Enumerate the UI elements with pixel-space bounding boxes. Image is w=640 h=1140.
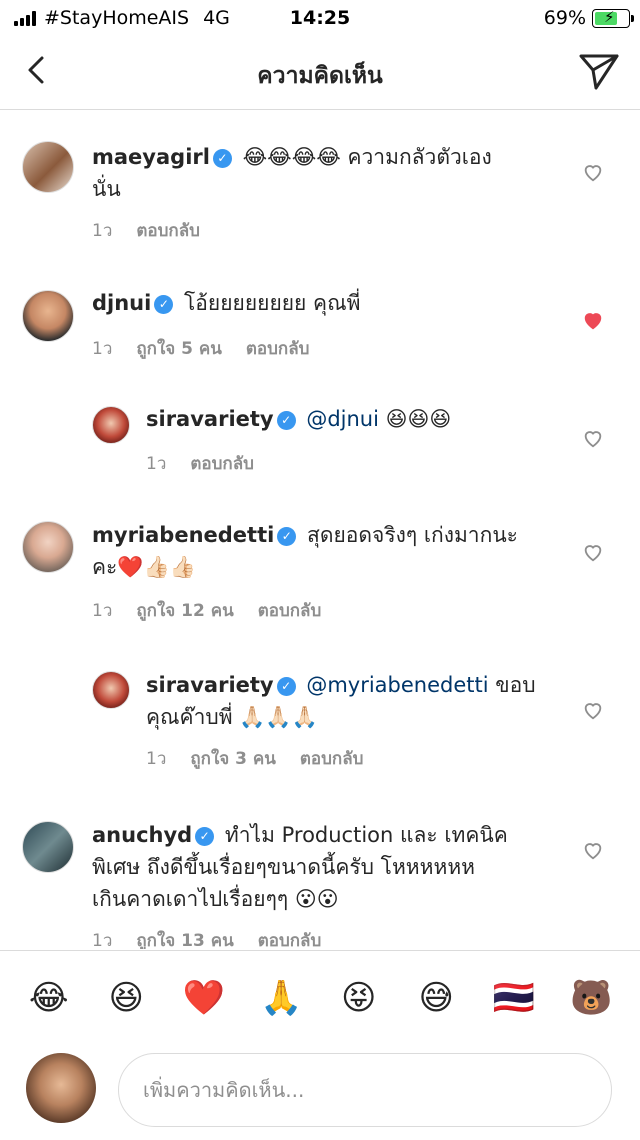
comment-item: myriabenedetti ✓ สุดยอดจริงๆ เก่งมากนะ คะ…: [0, 511, 640, 631]
avatar[interactable]: [22, 821, 74, 873]
username[interactable]: siravariety: [146, 407, 274, 431]
comment-input-bar: [0, 1045, 640, 1140]
comment-reply-item: siravariety ✓ @myriabenedetti ขอบ คุณค๊าบ…: [0, 667, 640, 777]
comment-body: สุดยอดจริงๆ เก่งมากนะ: [307, 523, 518, 547]
verified-badge-icon: ✓: [195, 827, 215, 846]
heart-icon[interactable]: [582, 699, 604, 721]
emoji-sweat-smile-button[interactable]: 😅: [406, 978, 466, 1018]
comment-body: ทำไม Production และ เทคนิค: [224, 823, 508, 847]
reply-button[interactable]: ตอบกลับ: [136, 217, 200, 244]
likes-count[interactable]: ถูกใจ 12 คน: [136, 597, 233, 624]
verified-badge-icon: ✓: [276, 677, 296, 696]
comment-body: 😂😂😂😂 ความกลัวตัวเอง: [242, 145, 492, 169]
emoji-laughing-button[interactable]: 😆: [96, 978, 156, 1018]
comment-time: 1ว: [92, 601, 113, 621]
reply-button[interactable]: ตอบกลับ: [190, 450, 254, 477]
avatar[interactable]: [22, 521, 74, 573]
verified-badge-icon: ✓: [276, 411, 296, 430]
comment-time: 1ว: [92, 221, 113, 241]
comment-reply-item: siravariety ✓ @djnui 😆😆😆 1ว ตอบกลับ: [0, 397, 640, 477]
comment-meta: 1ว ถูกใจ 5 คน ตอบกลับ: [92, 335, 309, 362]
emoji-tears-of-joy-button[interactable]: 😂: [19, 978, 79, 1018]
mention-link[interactable]: @myriabenedetti: [306, 673, 488, 697]
mention-link[interactable]: @djnui: [306, 407, 379, 431]
username[interactable]: anuchyd: [92, 823, 192, 847]
emoji-quick-bar: 😂 😆 ❤️ 🙏 😝 😅 🇹🇭 🐻: [0, 950, 640, 1045]
my-avatar: [26, 1053, 96, 1123]
comment-time: 1ว: [92, 339, 113, 359]
reply-button[interactable]: ตอบกลับ: [246, 335, 310, 362]
heart-icon[interactable]: [582, 839, 604, 861]
heart-filled-icon[interactable]: [582, 309, 604, 331]
page-title: ความคิดเห็น: [257, 63, 383, 89]
battery-icon: ⚡: [592, 7, 634, 28]
verified-badge-icon: ✓: [154, 295, 174, 314]
heart-icon[interactable]: [582, 427, 604, 449]
comment-text: djnui ✓ โอ้ยยยยยยยย คุณพี่: [92, 287, 552, 319]
paper-plane-icon[interactable]: [576, 48, 622, 94]
comment-text: siravariety ✓ @djnui 😆😆😆: [146, 403, 566, 435]
comment-meta: 1ว ถูกใจ 13 คน ตอบกลับ: [92, 927, 321, 949]
comment-body-line2: นั่น: [92, 177, 121, 201]
comment-time: 1ว: [146, 454, 167, 474]
comment-list[interactable]: maeyagirl ✓ 😂😂😂😂 ความกลัวตัวเอง นั่น 1ว ต…: [0, 111, 640, 949]
charging-icon: ⚡: [604, 7, 615, 26]
comment-body-line2: คะ❤️👍🏻👍🏻: [92, 555, 196, 579]
comment-text: siravariety ✓ @myriabenedetti ขอบ คุณค๊าบ…: [146, 669, 566, 733]
comment-body-line3: เกินคาดเดาไปเรื่อยๆๆ 😮😮: [92, 887, 339, 911]
heart-icon[interactable]: [582, 541, 604, 563]
reply-button[interactable]: ตอบกลับ: [300, 745, 364, 772]
comment-body-line2: คุณค๊าบพี่ 🙏🏻🙏🏻🙏🏻: [146, 705, 318, 729]
comment-meta: 1ว ถูกใจ 3 คน ตอบกลับ: [146, 745, 363, 772]
heart-icon[interactable]: [582, 161, 604, 183]
comment-body: โอ้ยยยยยยยย คุณพี่: [184, 291, 361, 315]
likes-count[interactable]: ถูกใจ 3 คน: [190, 745, 276, 772]
username[interactable]: maeyagirl: [92, 145, 210, 169]
username[interactable]: djnui: [92, 291, 151, 315]
likes-count[interactable]: ถูกใจ 5 คน: [136, 335, 222, 362]
reply-button[interactable]: ตอบกลับ: [258, 597, 322, 624]
username[interactable]: siravariety: [146, 673, 274, 697]
avatar[interactable]: [22, 290, 74, 342]
emoji-bear-button[interactable]: 🐻: [561, 978, 621, 1018]
nav-bar: ความคิดเห็น: [0, 36, 640, 110]
username[interactable]: myriabenedetti: [92, 523, 274, 547]
comment-meta: 1ว ตอบกลับ: [146, 450, 254, 477]
emoji-pray-button[interactable]: 🙏: [251, 978, 311, 1018]
status-right: 69% ⚡: [543, 7, 634, 29]
comment-item: maeyagirl ✓ 😂😂😂😂 ความกลัวตัวเอง นั่น 1ว ต…: [0, 111, 640, 251]
comment-body: ขอบ: [495, 673, 536, 697]
comment-item: djnui ✓ โอ้ยยยยยยยย คุณพี่ 1ว ถูกใจ 5 คน …: [0, 281, 640, 361]
avatar[interactable]: [92, 671, 130, 709]
emoji-thai-flag-button[interactable]: 🇹🇭: [484, 978, 544, 1018]
reply-button[interactable]: ตอบกลับ: [258, 927, 322, 949]
likes-count[interactable]: ถูกใจ 13 คน: [136, 927, 233, 949]
comment-time: 1ว: [92, 931, 113, 949]
comment-body-line2: พิเศษ ถึงดีขึ้นเรื่อยๆขนาดนี้ครับ โหหหหห…: [92, 855, 476, 879]
avatar[interactable]: [92, 406, 130, 444]
comment-text: anuchyd ✓ ทำไม Production และ เทคนิค พิเศ…: [92, 819, 562, 915]
comment-text: maeyagirl ✓ 😂😂😂😂 ความกลัวตัวเอง นั่น: [92, 141, 552, 205]
status-bar: #StayHomeAIS 4G 14:25 69% ⚡: [0, 0, 640, 36]
comment-body: 😆😆😆: [385, 407, 452, 431]
verified-badge-icon: ✓: [277, 527, 297, 546]
comment-meta: 1ว ตอบกลับ: [92, 217, 200, 244]
comment-item: anuchyd ✓ ทำไม Production และ เทคนิค พิเศ…: [0, 811, 640, 949]
avatar[interactable]: [22, 141, 74, 193]
emoji-heart-button[interactable]: ❤️: [174, 978, 234, 1018]
comment-meta: 1ว ถูกใจ 12 คน ตอบกลับ: [92, 597, 321, 624]
verified-badge-icon: ✓: [212, 149, 232, 168]
emoji-tongue-button[interactable]: 😝: [329, 978, 389, 1018]
battery-percent: 69%: [543, 7, 586, 29]
comment-time: 1ว: [146, 749, 167, 769]
comment-text: myriabenedetti ✓ สุดยอดจริงๆ เก่งมากนะ คะ…: [92, 519, 552, 583]
comment-input[interactable]: [118, 1053, 612, 1127]
